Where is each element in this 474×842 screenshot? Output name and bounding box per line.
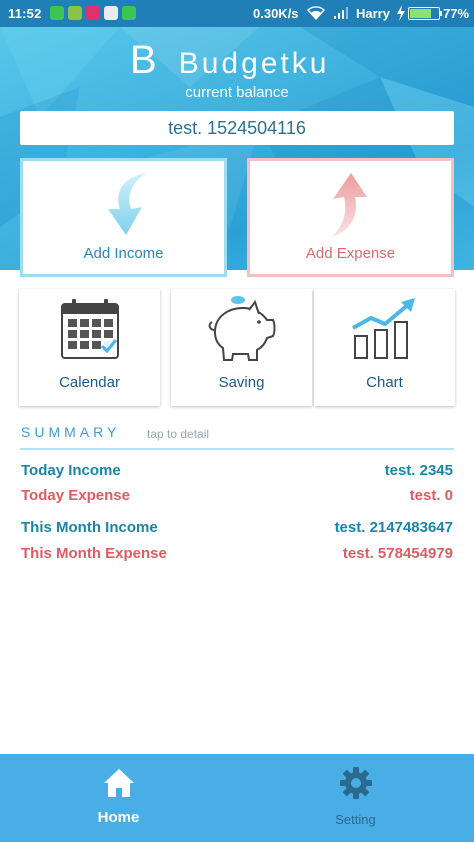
nav-home-label: Home [97,809,140,826]
nav-setting[interactable]: Setting [237,754,474,842]
month-expense-value: test. 578454979 [342,545,453,562]
battery-percent: 77% [443,6,470,21]
chat-icon [50,6,64,20]
month-income-value: test. 2147483647 [334,519,453,536]
logo-mark: B [130,38,157,82]
add-expense-button[interactable]: Add Expense [247,158,454,277]
wifi-icon [307,6,325,20]
balance-value: test. 1524504116 [20,111,454,145]
app-name: Budgetku [178,47,330,80]
chart-button[interactable]: Chart [314,289,455,406]
expense-arrow-icon [330,173,367,237]
month-income-label: This Month Income [21,519,158,536]
signal-icon [334,7,348,19]
income-arrow-icon [107,173,146,235]
today-expense-row[interactable]: Today Expense test. 0 [21,487,453,504]
month-income-row[interactable]: This Month Income test. 2147483647 [21,519,453,536]
network-speed: 0.30K/s [253,6,299,21]
mail-icon [104,6,118,20]
summary-hint: tap to detail [147,427,210,441]
nav-home[interactable]: Home [0,754,237,842]
instagram-icon [86,6,100,20]
notification-icons [50,6,136,20]
saving-button[interactable]: Saving [171,289,312,406]
add-income-button[interactable]: Add Income [20,158,227,277]
status-bar: 11:52 0.30K/s Harry 77% [0,0,474,27]
saving-label: Saving [218,374,265,391]
calendar-icon [60,299,119,359]
today-income-value: test. 2345 [384,462,453,479]
calendar-label: Calendar [59,374,120,391]
home-icon [103,769,134,797]
bottom-navigation: Home Setting [0,754,474,842]
charging-icon [397,5,405,21]
gear-icon [339,767,372,799]
summary-divider [20,448,454,450]
today-income-row[interactable]: Today Income test. 2345 [21,462,453,479]
chart-icon [351,298,415,359]
summary-title: SUMMARY [21,424,121,440]
battery-tip [440,11,442,16]
battery-icon [408,7,440,20]
balance-label: current balance [185,84,289,101]
add-income-label: Add Income [83,245,164,262]
today-income-label: Today Income [21,462,121,479]
carrier-name: Harry [356,6,390,21]
chart-label: Chart [366,374,403,391]
app-logo: B Budgetku [130,38,329,82]
status-time: 11:52 [8,6,42,21]
today-expense-value: test. 0 [409,487,453,504]
message-icon [122,6,136,20]
calendar-button[interactable]: Calendar [19,289,160,406]
add-expense-label: Add Expense [305,245,396,262]
month-expense-label: This Month Expense [21,545,167,562]
nav-setting-label: Setting [335,812,376,827]
today-expense-label: Today Expense [21,487,130,504]
month-expense-row[interactable]: This Month Expense test. 578454979 [21,545,453,562]
piggy-bank-icon [208,296,275,361]
android-icon [68,6,82,20]
